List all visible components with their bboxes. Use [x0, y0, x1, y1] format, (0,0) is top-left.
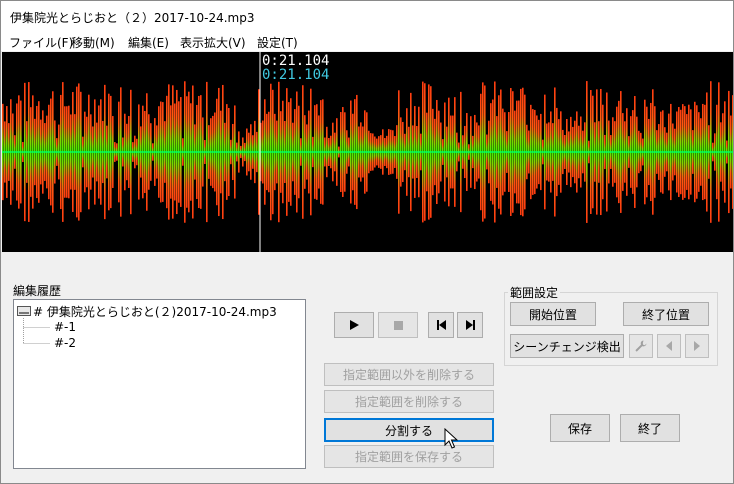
history-label: 編集履歴	[13, 284, 62, 298]
start-position-button[interactable]: 開始位置	[510, 302, 596, 326]
split-button[interactable]: 分割する	[324, 418, 494, 442]
history-item-1[interactable]: #-1	[54, 320, 76, 334]
menu-file[interactable]: ファイル(F)	[9, 34, 73, 51]
drive-icon	[17, 306, 31, 316]
arrow-left-icon	[666, 341, 672, 351]
skip-forward-button[interactable]	[457, 312, 483, 338]
waveform-canvas[interactable]: 0:21.104 0:21.104	[2, 52, 733, 252]
stop-icon	[393, 320, 403, 330]
menu-view-zoom[interactable]: 表示拡大(V)	[180, 34, 246, 51]
window-title: 伊集院光とらじおと（２）2017-10-24.mp3	[10, 11, 255, 25]
history-tree[interactable]: # 伊集院光とらじおと(２)2017-10-24.mp3 #-1 #-2	[13, 299, 306, 469]
range-prev-button[interactable]	[657, 334, 681, 358]
history-item-2[interactable]: #-2	[54, 336, 76, 350]
menu-move[interactable]: 移動(M)	[71, 34, 115, 51]
play-icon	[349, 320, 359, 330]
stop-button[interactable]	[378, 312, 418, 338]
delete-range-button[interactable]: 指定範囲を削除する	[324, 390, 494, 413]
delete-outside-range-button[interactable]: 指定範囲以外を削除する	[324, 363, 494, 386]
skip-forward-icon	[465, 320, 475, 330]
wrench-button[interactable]	[629, 334, 653, 358]
scene-change-detect-button[interactable]: シーンチェンジ検出	[510, 334, 624, 358]
cursor-time-cyan: 0:21.104	[262, 67, 329, 83]
end-position-button[interactable]: 終了位置	[623, 302, 709, 326]
save-range-button[interactable]: 指定範囲を保存する	[324, 445, 494, 468]
arrow-right-icon	[694, 341, 700, 351]
range-settings-title: 範囲設定	[508, 284, 561, 301]
menu-bar: ファイル(F) 移動(M) 編集(E) 表示拡大(V) 設定(T)	[1, 31, 733, 51]
menu-edit[interactable]: 編集(E)	[128, 34, 169, 51]
exit-button[interactable]: 終了	[620, 414, 680, 442]
wrench-icon	[635, 340, 647, 352]
title-bar: 伊集院光とらじおと（２）2017-10-24.mp3	[1, 1, 733, 31]
app-window: 伊集院光とらじおと（２）2017-10-24.mp3 ファイル(F) 移動(M)…	[0, 0, 734, 484]
tree-lines	[23, 318, 50, 344]
skip-back-icon	[436, 320, 446, 330]
history-item-root[interactable]: # 伊集院光とらじおと(２)2017-10-24.mp3	[33, 303, 277, 320]
waveform-display[interactable]: 0:21.104 0:21.104	[2, 52, 733, 252]
menu-settings[interactable]: 設定(T)	[257, 34, 298, 51]
range-next-button[interactable]	[685, 334, 709, 358]
save-button[interactable]: 保存	[550, 414, 610, 442]
skip-back-button[interactable]	[428, 312, 454, 338]
play-button[interactable]	[334, 312, 374, 338]
mouse-pointer-icon	[444, 428, 459, 449]
